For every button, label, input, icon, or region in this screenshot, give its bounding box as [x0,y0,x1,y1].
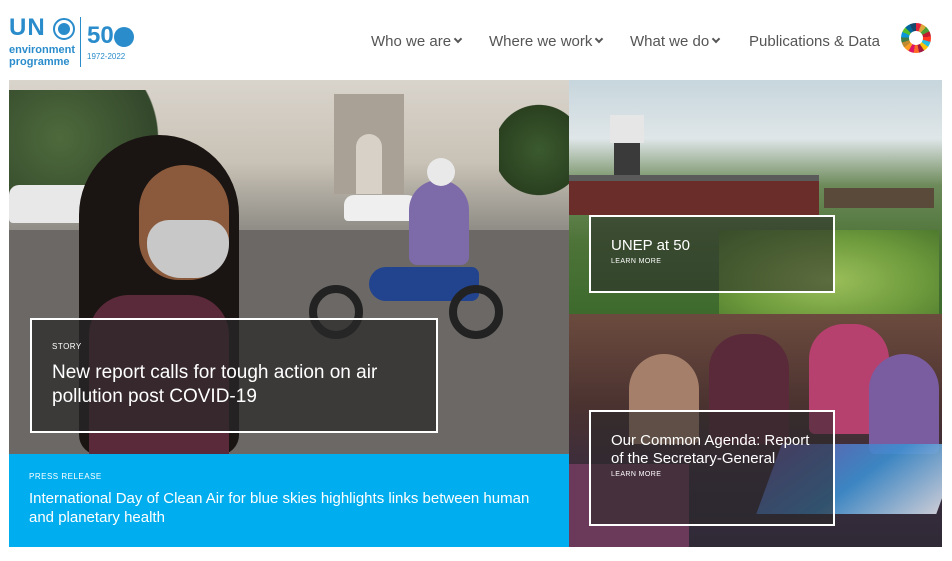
anniversary-globe-icon [114,27,134,47]
logo-line-2: programme [9,56,70,68]
logo-years: 1972-2022 [87,52,126,61]
press-release-title[interactable]: International Day of Clean Air for blue … [29,489,549,527]
learn-more-link[interactable]: LEARN MORE [611,471,813,478]
hero-image-trees-right [499,100,569,200]
nav-label: Publications & Data [749,32,880,50]
learn-more-link[interactable]: LEARN MORE [611,258,813,265]
hero-image-car-2 [344,195,419,221]
unep-logo[interactable]: UN environment programme 50 1972-2022 [9,15,134,70]
panel-title: Our Common Agenda: Report of the Secreta… [611,432,810,467]
panel-image-person [869,354,939,454]
nav-label: What we do [630,32,710,50]
nav-what-we-do[interactable]: What we do [630,30,721,52]
sdg-wheel-icon[interactable] [901,23,931,53]
common-agenda-card[interactable]: Our Common Agenda: Report of the Secreta… [589,410,835,526]
chevron-down-icon [595,34,604,44]
story-title[interactable]: New report calls for tough action on air… [52,361,416,409]
un-emblem-icon [53,18,75,40]
story-label: STORY [52,342,82,351]
feature-panel-unep-at-50[interactable]: UNEP at 50 LEARN MORE [569,80,942,314]
panel-title: UNEP at 50 [611,237,690,254]
logo-anniversary: 50 [87,22,114,49]
chevron-down-icon [453,34,463,44]
nav-publications-data[interactable]: Publications & Data [749,30,880,52]
nav-label: Who we are [371,32,452,50]
panel-image-building [569,175,819,215]
nav-label: Where we work [489,32,593,50]
logo-divider [80,17,81,67]
motorcycle-wheel [449,285,503,339]
site-header: UN environment programme 50 1972-2022 Wh… [0,0,952,80]
nav-who-we-are[interactable]: Who we are [371,30,463,52]
logo-un-text: UN [9,14,46,41]
press-release-banner[interactable]: PRESS RELEASE International Day of Clean… [9,454,569,547]
press-release-label: PRESS RELEASE [29,472,102,481]
chevron-down-icon [711,34,721,44]
hero-image-india-gate [334,94,404,194]
panel-image-building-2 [824,188,934,208]
hero-image-face-mask [147,220,229,278]
logo-line-1: environment [9,44,76,56]
hero-feature-story[interactable]: STORY New report calls for tough action … [9,80,569,454]
story-card[interactable]: STORY New report calls for tough action … [30,318,438,433]
nav-where-we-work[interactable]: Where we work [489,30,604,52]
feature-panel-common-agenda[interactable]: Our Common Agenda: Report of the Secreta… [569,314,942,547]
unep-at-50-card[interactable]: UNEP at 50 LEARN MORE [589,215,835,293]
